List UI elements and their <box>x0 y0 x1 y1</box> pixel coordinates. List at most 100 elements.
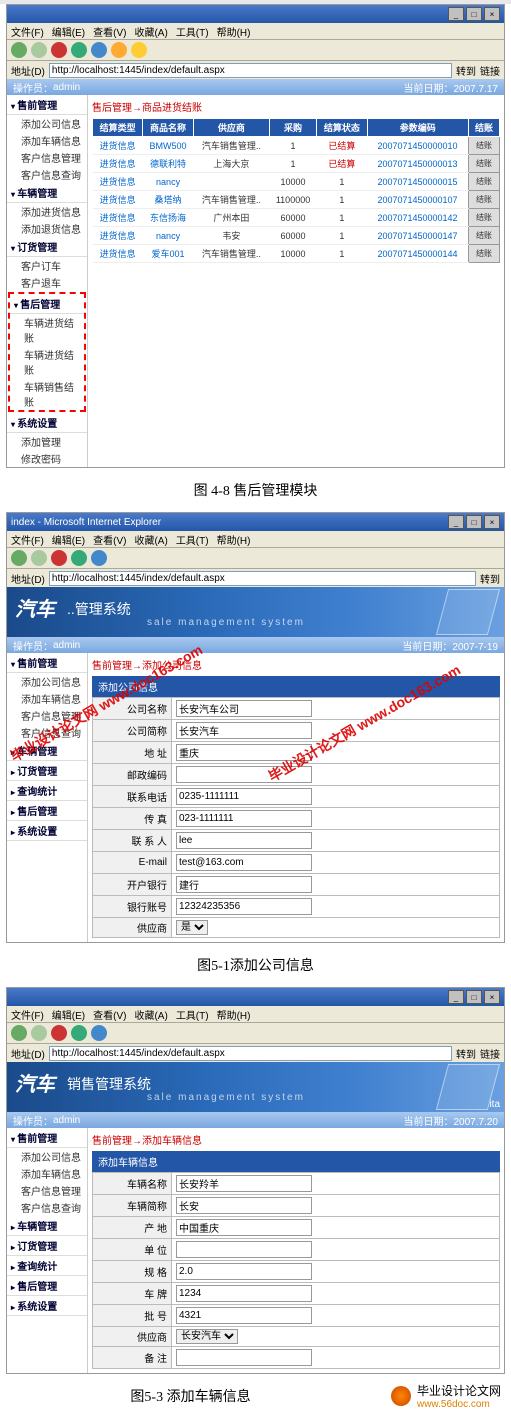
sidebar-item[interactable]: 添加车辆信息 <box>7 690 87 707</box>
cell-type[interactable]: 进货信息 <box>93 155 143 173</box>
cell-code[interactable]: 2007071450000013 <box>367 155 468 173</box>
sidebar-group-presale[interactable]: 售前管理 <box>7 95 87 115</box>
refresh-icon[interactable] <box>71 1025 87 1041</box>
stop-icon[interactable] <box>51 550 67 566</box>
forward-icon[interactable] <box>31 550 47 566</box>
form-input[interactable] <box>176 1241 312 1258</box>
cell-product[interactable]: 德联利特 <box>143 155 193 173</box>
home-icon[interactable] <box>91 42 107 58</box>
cell-product[interactable]: BMW500 <box>143 137 193 155</box>
sidebar-group-presale[interactable]: 售前管理 <box>7 653 87 673</box>
settle-button[interactable]: 结账 <box>469 137 500 155</box>
sidebar-item[interactable]: 客户信息管理 <box>7 149 87 166</box>
sidebar-group-vehicle[interactable]: 车辆管理 <box>7 183 87 203</box>
sidebar-group-order[interactable]: 订货管理 <box>7 1236 87 1256</box>
sidebar-item[interactable]: 添加公司信息 <box>7 115 87 132</box>
sidebar-group-aftersale[interactable]: 售后管理 <box>7 1276 87 1296</box>
cell-type[interactable]: 进货信息 <box>93 137 143 155</box>
back-icon[interactable] <box>11 42 27 58</box>
address-input[interactable] <box>49 1046 452 1061</box>
menu-file[interactable]: 文件(F) <box>11 532 44 547</box>
settle-button[interactable]: 结账 <box>469 227 500 245</box>
sidebar-group-stats[interactable]: 查询统计 <box>7 1256 87 1276</box>
minimize-button[interactable]: _ <box>448 7 464 21</box>
menu-tools[interactable]: 工具(T) <box>176 532 209 547</box>
cell-type[interactable]: 进货信息 <box>93 191 143 209</box>
address-input[interactable] <box>49 63 452 78</box>
settle-button[interactable]: 结账 <box>469 245 500 263</box>
sidebar-item[interactable]: 添加退货信息 <box>7 220 87 237</box>
cell-product[interactable]: nancy <box>143 173 193 191</box>
sidebar-group-order[interactable]: 订货管理 <box>7 761 87 781</box>
form-input[interactable] <box>176 854 312 871</box>
sidebar-group-aftersale[interactable]: 售后管理 <box>10 294 84 314</box>
close-button[interactable]: × <box>484 7 500 21</box>
back-icon[interactable] <box>11 550 27 566</box>
form-input[interactable] <box>176 876 312 893</box>
menu-tools[interactable]: 工具(T) <box>176 24 209 39</box>
stop-icon[interactable] <box>51 42 67 58</box>
menu-view[interactable]: 查看(V) <box>93 532 126 547</box>
sidebar-item[interactable]: 车辆进货结账 <box>10 314 84 346</box>
menu-edit[interactable]: 编辑(E) <box>52 532 85 547</box>
refresh-icon[interactable] <box>71 550 87 566</box>
menu-view[interactable]: 查看(V) <box>93 24 126 39</box>
maximize-button[interactable]: □ <box>466 515 482 529</box>
sidebar-group-presale[interactable]: 售前管理 <box>7 1128 87 1148</box>
close-button[interactable]: × <box>484 990 500 1004</box>
form-input[interactable] <box>176 832 312 849</box>
sidebar-group-vehicle[interactable]: 车辆管理 <box>7 1216 87 1236</box>
menu-help[interactable]: 帮助(H) <box>217 24 251 39</box>
address-input[interactable] <box>49 571 476 586</box>
forward-icon[interactable] <box>31 42 47 58</box>
sidebar-item[interactable]: 客户信息管理 <box>7 1182 87 1199</box>
form-input[interactable] <box>176 788 312 805</box>
menu-edit[interactable]: 编辑(E) <box>52 24 85 39</box>
form-input[interactable] <box>176 700 312 717</box>
form-input[interactable] <box>176 1263 312 1280</box>
sidebar-group-system[interactable]: 系统设置 <box>7 1296 87 1316</box>
sidebar-item[interactable]: 修改密码 <box>7 450 87 467</box>
cell-product[interactable]: 东信扬海 <box>143 209 193 227</box>
form-input[interactable] <box>176 766 312 783</box>
sidebar-group-order[interactable]: 订货管理 <box>7 237 87 257</box>
refresh-icon[interactable] <box>71 42 87 58</box>
sidebar-item[interactable]: 客户信息查询 <box>7 166 87 183</box>
cell-product[interactable]: 桑塔纳 <box>143 191 193 209</box>
home-icon[interactable] <box>91 1025 107 1041</box>
sidebar-item[interactable]: 客户信息查询 <box>7 1199 87 1216</box>
menu-help[interactable]: 帮助(H) <box>217 532 251 547</box>
sidebar-item[interactable]: 添加车辆信息 <box>7 132 87 149</box>
form-input[interactable] <box>176 1219 312 1236</box>
search-icon[interactable] <box>111 42 127 58</box>
sidebar-item[interactable]: 添加公司信息 <box>7 673 87 690</box>
settle-button[interactable]: 结账 <box>469 191 500 209</box>
menu-fav[interactable]: 收藏(A) <box>134 532 167 547</box>
form-input[interactable] <box>176 744 312 761</box>
settle-button[interactable]: 结账 <box>469 173 500 191</box>
sidebar-group-system[interactable]: 系统设置 <box>7 821 87 841</box>
cell-type[interactable]: 进货信息 <box>93 227 143 245</box>
form-input[interactable] <box>176 898 312 915</box>
sidebar-item[interactable]: 客户信息查询 <box>7 724 87 741</box>
menu-file[interactable]: 文件(F) <box>11 24 44 39</box>
form-input[interactable] <box>176 1285 312 1302</box>
sidebar-group-aftersale[interactable]: 售后管理 <box>7 801 87 821</box>
sidebar-item[interactable]: 添加管理 <box>7 433 87 450</box>
menu-fav[interactable]: 收藏(A) <box>134 24 167 39</box>
settle-button[interactable]: 结账 <box>469 209 500 227</box>
form-input[interactable] <box>176 722 312 739</box>
cell-code[interactable]: 2007071450000147 <box>367 227 468 245</box>
cell-type[interactable]: 进货信息 <box>93 209 143 227</box>
sidebar-group-stats[interactable]: 查询统计 <box>7 781 87 801</box>
close-button[interactable]: × <box>484 515 500 529</box>
cell-product[interactable]: 爱车001 <box>143 245 193 263</box>
cell-code[interactable]: 2007071450000144 <box>367 245 468 263</box>
cell-type[interactable]: 进货信息 <box>93 173 143 191</box>
sidebar-item[interactable]: 车辆销售结账 <box>10 378 84 410</box>
maximize-button[interactable]: □ <box>466 7 482 21</box>
sidebar-item[interactable]: 客户退车 <box>7 274 87 291</box>
minimize-button[interactable]: _ <box>448 990 464 1004</box>
form-input[interactable] <box>176 1197 312 1214</box>
home-icon[interactable] <box>91 550 107 566</box>
